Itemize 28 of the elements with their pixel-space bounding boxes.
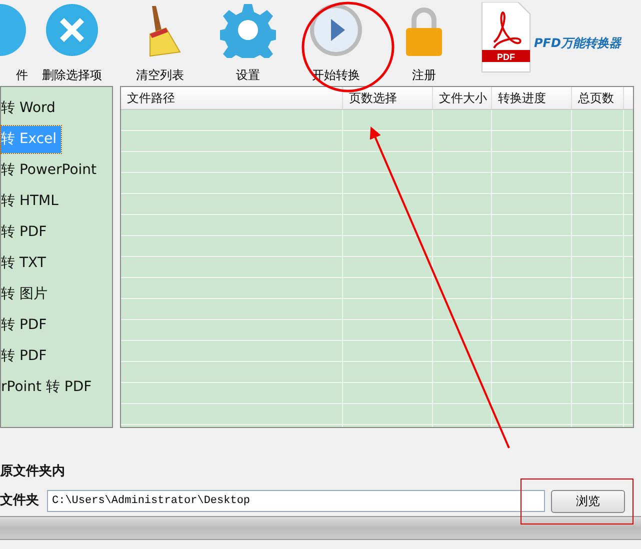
- folder-label: 文件夹: [0, 492, 39, 510]
- app-title: PFD万能转换器: [534, 35, 621, 52]
- conversion-type-item[interactable]: 转 PDF: [1, 343, 51, 370]
- conversion-type-item[interactable]: 转 PowerPoint: [1, 157, 101, 184]
- play-icon: [308, 2, 364, 58]
- conversion-type-item[interactable]: 转 Word: [1, 95, 60, 122]
- browse-button[interactable]: 浏览: [551, 490, 625, 512]
- toolbar-button[interactable]: 件: [0, 0, 28, 86]
- column-header[interactable]: 文件路径: [121, 87, 343, 109]
- toolbar-button[interactable]: 删除选择项: [28, 0, 116, 86]
- conversion-type-item[interactable]: 转 PDF: [1, 312, 51, 339]
- column-header[interactable]: 总页数: [572, 87, 624, 109]
- column-header[interactable]: 转换进度: [492, 87, 572, 109]
- conversion-type-item[interactable]: 转 图片: [1, 281, 52, 308]
- conversion-type-item[interactable]: 转 HTML: [1, 188, 62, 215]
- column-header[interactable]: 文件大小: [433, 87, 492, 109]
- delete-icon: [44, 2, 100, 58]
- save-option-label: 原文件夹内: [0, 462, 66, 481]
- folder-path-field[interactable]: C:\Users\Administrator\Desktop: [47, 490, 545, 512]
- conversion-type-item[interactable]: 转 TXT: [1, 250, 50, 277]
- column-header[interactable]: 页数选择: [343, 87, 433, 109]
- settings-icon: [220, 2, 276, 58]
- conversion-type-item[interactable]: 转 PDF: [1, 219, 51, 246]
- horizontal-scroll-bar[interactable]: [0, 516, 641, 540]
- toolbar-button[interactable]: 设置: [204, 0, 292, 86]
- conversion-type-item[interactable]: rPoint 转 PDF: [1, 374, 96, 401]
- toolbar-button[interactable]: 清空列表: [116, 0, 204, 86]
- toolbar-button[interactable]: 注册: [380, 0, 468, 86]
